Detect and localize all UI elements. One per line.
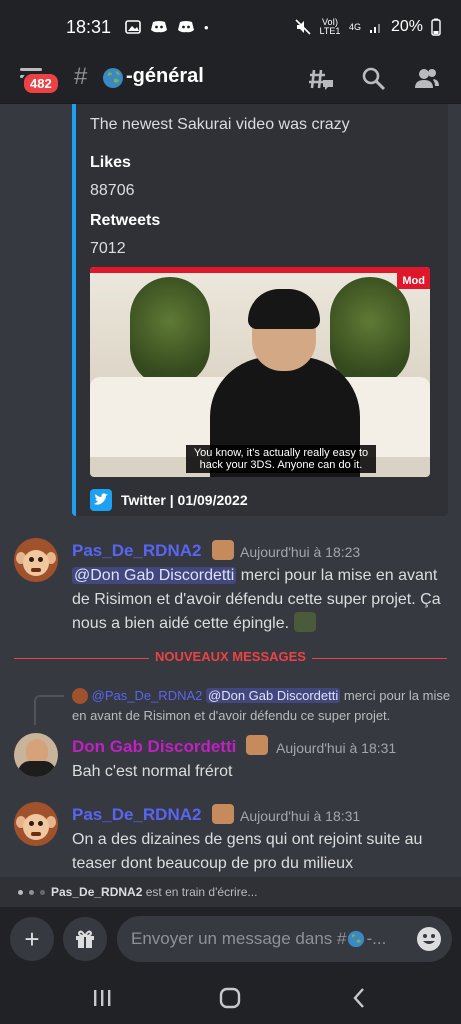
volte-label: VoI) LTE1 [319, 17, 341, 36]
unread-badge: 482 [22, 72, 60, 95]
custom-emoji [293, 612, 316, 632]
battery-percent: 20% [390, 18, 423, 35]
video-subtitle: You know, it’s actually really easy to h… [186, 445, 376, 473]
composer-bar: + Envoyer un message dans # -... [0, 907, 461, 971]
globe-icon [348, 930, 365, 948]
typing-user: Pas_De_RDNA2 [51, 885, 143, 899]
system-nav-bar [0, 971, 461, 1024]
status-dot: • [204, 19, 209, 35]
gift-icon [76, 930, 94, 948]
reply-connector [34, 695, 64, 725]
likes-value: 88706 [90, 182, 135, 199]
reply-preview[interactable]: @Pas_De_RDNA2 @Don Gab Discordetti merci… [72, 686, 452, 726]
message-text: On a des dizaines de gens qui ont rejoin… [72, 831, 423, 872]
typing-text: est en train d'écrire... [142, 885, 258, 899]
home-icon[interactable] [218, 986, 242, 1010]
message-input[interactable]: Envoyer un message dans # -... [117, 916, 452, 962]
typing-indicator: Pas_De_RDNA2 est en train d'écrire... [0, 877, 461, 907]
globe-icon [103, 68, 123, 88]
embed-footer-text: Twitter | 01/09/2022 [121, 492, 248, 508]
message-content: @Don Gab Discordetti merci pour la mise … [72, 564, 452, 636]
status-time: 18:31 [66, 16, 112, 37]
twitter-embed: The newest Sakurai video was crazy Likes… [72, 104, 448, 516]
author-badge-emoji [212, 540, 234, 560]
message-author[interactable]: Pas_De_RDNA2 [72, 541, 201, 561]
threads-icon[interactable] [308, 66, 334, 92]
user-mention[interactable]: @Don Gab Discordetti [72, 567, 237, 584]
twitter-icon [90, 489, 112, 511]
message-timestamp: Aujourd'hui à 18:31 [276, 740, 397, 756]
channel-hash-icon: # [74, 63, 88, 90]
message-timestamp: Aujourd'hui à 18:23 [240, 544, 361, 560]
message-author[interactable]: Don Gab Discordetti [72, 737, 236, 757]
gallery-icon [125, 20, 141, 34]
video-logo: Mod [397, 273, 430, 289]
recent-apps-icon[interactable] [90, 986, 114, 1010]
system-icons: VoI) LTE1 4G 20% [295, 18, 441, 36]
battery-icon [431, 18, 441, 36]
reply-author: @Pas_De_RDNA2 [91, 688, 203, 703]
retweets-label: Retweets [90, 212, 161, 229]
avatar[interactable] [14, 802, 58, 846]
message-author[interactable]: Pas_De_RDNA2 [72, 805, 201, 825]
discord-notif-icon-2 [178, 21, 195, 33]
status-bar: 18:31 • VoI) LTE1 4G 20% [0, 0, 461, 54]
plus-icon: + [24, 923, 40, 954]
signal-icon [369, 24, 380, 33]
author-badge-emoji [212, 804, 234, 824]
members-icon[interactable] [414, 66, 440, 92]
message-text: Bah c'est normal frérot [72, 763, 233, 780]
search-icon[interactable] [361, 66, 387, 92]
message-input-placeholder: Envoyer un message dans # [131, 929, 347, 948]
likes-label: Likes [90, 154, 131, 171]
notification-icons: • [125, 20, 209, 35]
network-label: 4G [348, 21, 361, 32]
gift-button[interactable] [63, 917, 107, 961]
discord-notif-icon [151, 21, 168, 33]
add-attachment-button[interactable]: + [10, 917, 54, 961]
new-messages-label-row: NOUVEAUX MESSAGES [0, 648, 461, 666]
message-timestamp: Aujourd'hui à 18:31 [240, 808, 361, 824]
avatar[interactable] [14, 733, 58, 777]
tweet-text: The newest Sakurai video was crazy [90, 116, 350, 133]
mute-icon [295, 19, 311, 35]
avatar[interactable] [14, 538, 58, 582]
emoji-icon[interactable] [416, 926, 442, 952]
back-icon[interactable] [348, 986, 372, 1010]
reply-avatar [72, 688, 88, 704]
channel-name[interactable]: -général [126, 65, 204, 88]
embed-footer: Twitter | 01/09/2022 [90, 489, 248, 511]
video-thumbnail[interactable]: Mod You know, it’s actually really easy … [90, 267, 430, 477]
author-badge-emoji [246, 735, 268, 755]
retweets-value: 7012 [90, 240, 126, 257]
new-messages-label: NOUVEAUX MESSAGES [149, 649, 312, 664]
reply-mention: @Don Gab Discordetti [206, 688, 341, 703]
channel-header: 482 # -général [0, 54, 461, 104]
message-input-ellipsis: -... [366, 929, 387, 948]
